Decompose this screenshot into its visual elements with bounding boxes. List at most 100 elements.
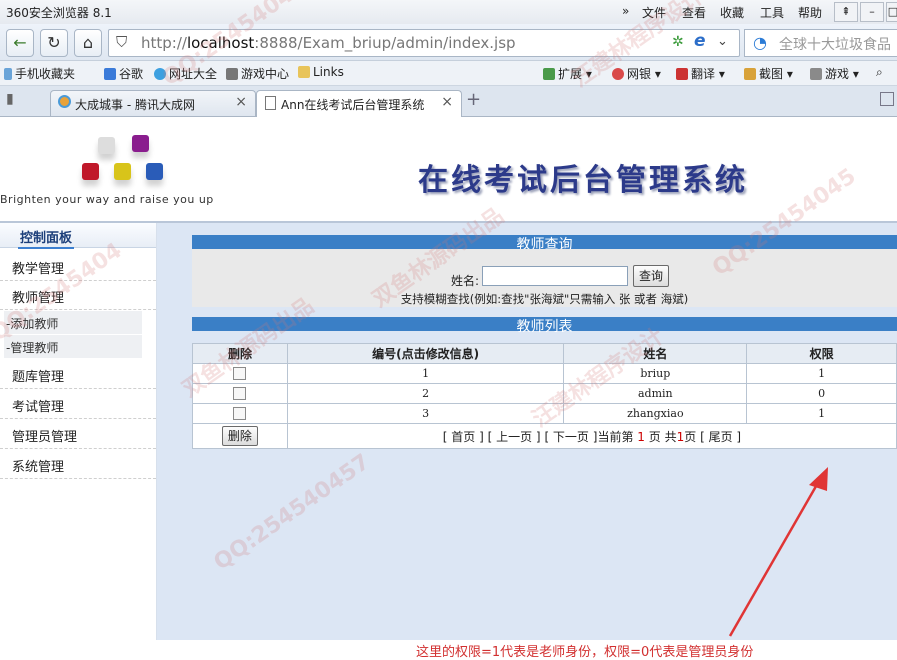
url-path: :8888/Exam_briup/admin/index.jsp: [254, 34, 516, 52]
bookmark-label: 扩展: [558, 67, 583, 81]
bookmark-label: 手机收藏夹: [15, 67, 76, 81]
sidebar-item-label: 教师管理: [12, 291, 65, 306]
new-tab-icon[interactable]: +: [466, 89, 481, 110]
globe-icon: [154, 68, 166, 80]
url-text[interactable]: http://localhost:8888/Exam_briup/admin/i…: [141, 34, 516, 52]
sidebar-toggle-icon[interactable]: ▮: [6, 91, 14, 107]
purple-cube-icon: [132, 135, 149, 152]
home-icon[interactable]: ⌂: [74, 29, 102, 57]
slogan: Brighten your way and raise you up: [0, 193, 214, 206]
address-dropdown-icon[interactable]: ⌄: [717, 34, 728, 49]
sidebar-item-label: 考试管理: [12, 400, 65, 415]
browser-title-bar: 360安全浏览器 8.1 » 文件 查看 收藏 工具 帮助 ⇞ – □: [0, 0, 897, 24]
bookmark-links[interactable]: Links: [298, 65, 344, 79]
bookmarks-bar: 手机收藏夹 谷歌 网址大全 游戏中心 Links 扩展 ▾ 网银 ▾ 翻译 ▾ …: [0, 61, 897, 86]
folder-icon: [298, 66, 310, 78]
sidebar-subitem-manage-teachers[interactable]: -管理教师: [4, 335, 142, 358]
tab-exam-admin[interactable]: Ann在线考试后台管理系统 ×: [256, 90, 462, 117]
sidebar-subitem-add-teacher[interactable]: -添加教师: [4, 311, 142, 334]
ie-icon[interactable]: e: [694, 31, 706, 51]
permission-annotation: 这里的权限=1代表是老师身份，权限=0代表是管理员身份: [416, 645, 754, 660]
system-title: 在线考试后台管理系统: [418, 163, 748, 198]
sidebar-item-teaching[interactable]: 教学管理: [0, 251, 156, 281]
menu-help[interactable]: 帮助: [798, 4, 822, 21]
google-icon: [104, 68, 116, 80]
toolbar-extensions[interactable]: 扩展 ▾: [543, 65, 592, 82]
search-box[interactable]: ◔ 全球十大垃圾食品: [744, 29, 897, 57]
tab-label: 大成城事 - 腾讯大成网: [75, 98, 195, 112]
minimize-icon[interactable]: –: [860, 2, 884, 22]
sidebar-item-system[interactable]: 系统管理: [0, 449, 156, 479]
grey-cube-icon: [98, 137, 115, 154]
control-panel-header: 控制面板: [0, 223, 156, 249]
sidebar-item-label: 教学管理: [12, 262, 65, 277]
sidebar-item-teachers[interactable]: 教师管理: [0, 280, 156, 310]
sidebar-item-label: -管理教师: [6, 341, 59, 355]
pin-icon[interactable]: ⇞: [834, 2, 858, 22]
main-content: 教师查询 姓名: 查询 支持模糊查找(例如:查找"张海斌"只需输入 张 或者 海…: [157, 223, 897, 660]
sidebar-item-exams[interactable]: 考试管理: [0, 389, 156, 419]
shield-icon: ⛉: [116, 33, 128, 51]
menu-view[interactable]: 查看: [682, 4, 706, 21]
sidebar-item-label: 题库管理: [12, 370, 65, 385]
logo-cubes: [82, 135, 172, 195]
sidebar-item-label: 系统管理: [12, 460, 65, 475]
address-bar[interactable]: ⛉ http://localhost:8888/Exam_briup/admin…: [108, 29, 740, 57]
maximize-icon[interactable]: □: [886, 2, 897, 22]
search-placeholder: 全球十大垃圾食品: [779, 37, 891, 53]
tab-list-icon[interactable]: [880, 92, 894, 106]
tencent-icon: [58, 95, 71, 108]
bookmark-label: 谷歌: [119, 67, 144, 81]
navigation-bar: ← ↻ ⌂ ⛉ http://localhost:8888/Exam_briup…: [0, 24, 897, 61]
tab-label: Ann在线考试后台管理系统: [281, 98, 425, 112]
yellow-cube-icon: [114, 163, 131, 180]
page-icon: [265, 96, 276, 110]
toolbar-bank[interactable]: 网银 ▾: [612, 65, 661, 82]
menu-tools[interactable]: 工具: [760, 4, 784, 21]
header-banner: Brighten your way and raise you up 在线考试后…: [0, 117, 897, 221]
gamepad-icon: [810, 68, 822, 80]
phone-icon: [4, 68, 12, 80]
refresh-icon[interactable]: ↻: [40, 29, 68, 57]
bookmark-label: Links: [313, 65, 344, 79]
sidebar: 控制面板 教学管理 教师管理 -添加教师 -管理教师 题库管理 考试管理 管理员…: [0, 223, 157, 640]
back-arrow-icon[interactable]: ←: [6, 29, 34, 57]
sidebar-item-question-bank[interactable]: 题库管理: [0, 359, 156, 389]
url-scheme: http://: [141, 34, 187, 52]
toolbar-search-icon[interactable]: ⌕: [876, 65, 883, 80]
annotation-arrow: [728, 467, 828, 637]
bookmark-games[interactable]: 游戏中心: [226, 65, 289, 82]
bookmark-label: 网址大全: [169, 67, 218, 81]
translate-icon: [676, 68, 688, 80]
bookmark-label: 游戏: [825, 67, 850, 81]
bookmark-mobile[interactable]: 手机收藏夹: [4, 65, 75, 82]
web-page: Brighten your way and raise you up 在线考试后…: [0, 117, 897, 660]
browser-title: 360安全浏览器 8.1: [6, 6, 112, 20]
toolbar-translate[interactable]: 翻译 ▾: [676, 65, 725, 82]
close-tab-icon[interactable]: ×: [235, 94, 247, 110]
bookmark-label: 游戏中心: [241, 67, 290, 81]
tab-bar: ▮ 大成城事 - 腾讯大成网 × Ann在线考试后台管理系统 × +: [0, 86, 897, 117]
sidebar-item-label: -添加教师: [6, 317, 59, 331]
gamepad-icon: [226, 68, 238, 80]
menu-file[interactable]: 文件: [642, 4, 666, 21]
bookmark-label: 翻译: [691, 67, 716, 81]
sidebar-item-label: 管理员管理: [12, 430, 78, 445]
bookmark-google[interactable]: 谷歌: [104, 65, 143, 82]
control-panel-title: 控制面板: [18, 227, 75, 249]
search-engine-icon[interactable]: ◔: [753, 33, 767, 52]
speed-icon[interactable]: ✲: [672, 34, 684, 50]
extensions-icon: [543, 68, 555, 80]
bookmark-label: 网银: [627, 67, 652, 81]
toolbar-games[interactable]: 游戏 ▾: [810, 65, 859, 82]
close-tab-icon[interactable]: ×: [441, 94, 453, 110]
sidebar-item-admins[interactable]: 管理员管理: [0, 419, 156, 449]
tab-tencent[interactable]: 大成城事 - 腾讯大成网 ×: [50, 90, 256, 116]
blue-cube-icon: [146, 163, 163, 180]
menu-chevrons-icon[interactable]: »: [622, 4, 629, 18]
bookmark-label: 截图: [759, 67, 784, 81]
toolbar-screenshot[interactable]: 截图 ▾: [744, 65, 793, 82]
menu-favorites[interactable]: 收藏: [720, 4, 744, 21]
scissors-icon: [744, 68, 756, 80]
bookmark-sites[interactable]: 网址大全: [154, 65, 217, 82]
